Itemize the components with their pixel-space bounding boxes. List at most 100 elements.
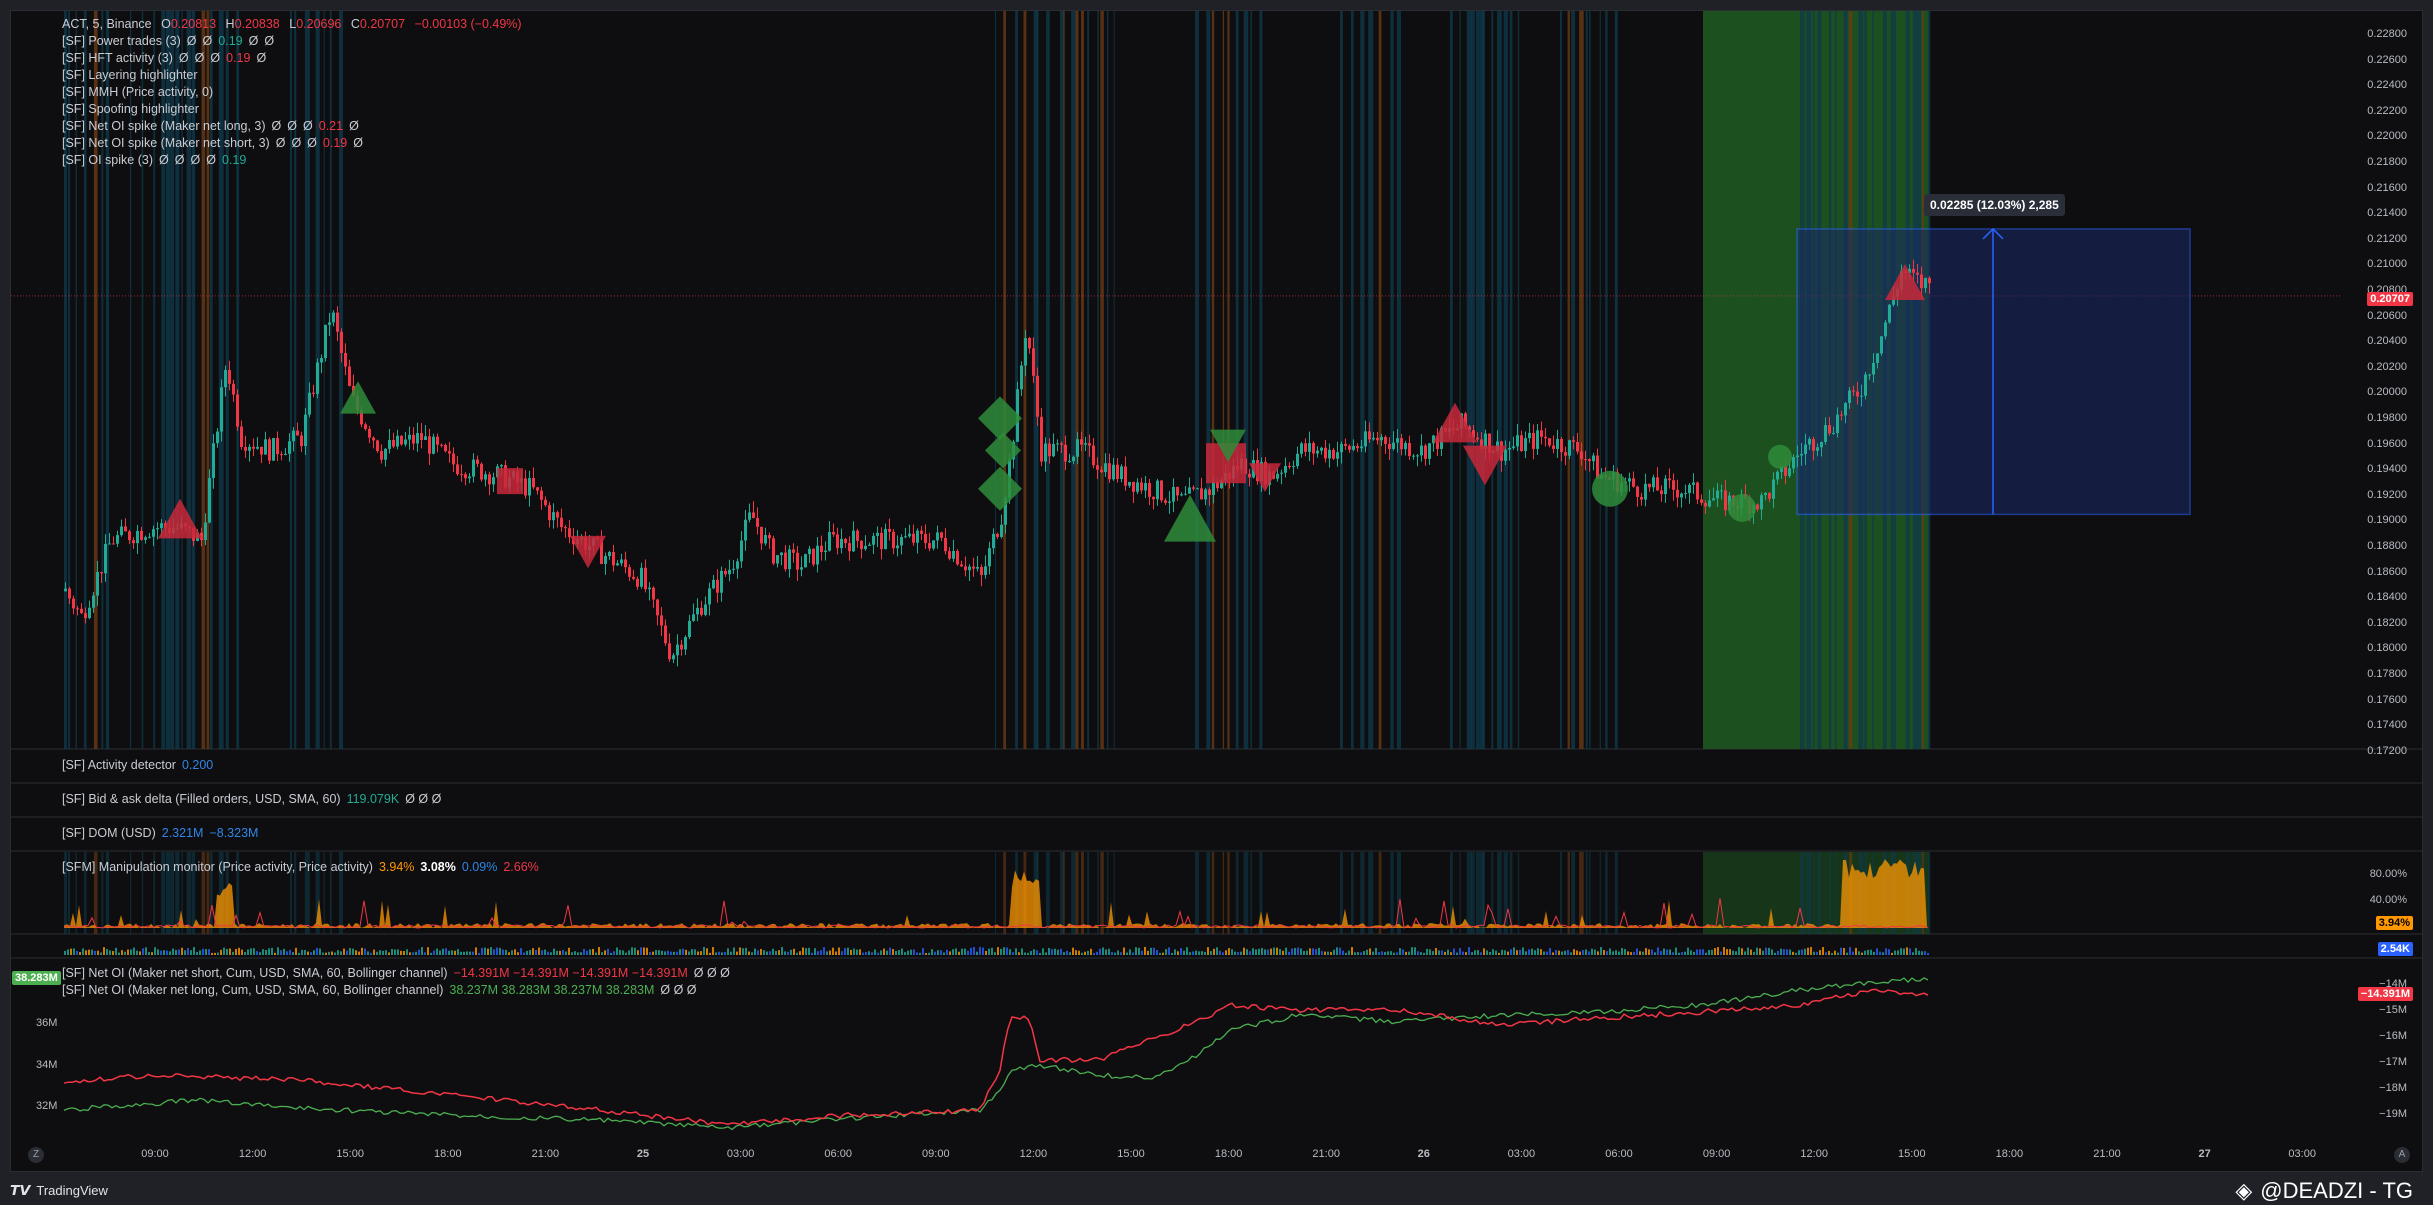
candle-body <box>1588 459 1591 462</box>
price-tick: 0.20600 <box>2367 309 2407 322</box>
highlight-stripe <box>1360 852 1365 934</box>
zoom-button[interactable]: Z <box>28 1147 44 1163</box>
volume-bar <box>1060 948 1062 955</box>
candle-body <box>304 414 307 447</box>
auto-scale-button[interactable]: A <box>2394 1147 2410 1163</box>
highlight-stripe <box>1080 852 1084 934</box>
volume-bar <box>1015 948 1017 955</box>
candle-body <box>440 444 443 446</box>
highlight-stripe <box>1390 11 1394 749</box>
candle-body <box>1684 493 1687 495</box>
volume-bar <box>724 951 726 955</box>
volume-bar <box>883 948 885 955</box>
volume-bar <box>766 951 768 955</box>
volume-bar <box>1783 949 1785 955</box>
highlight-stripe <box>1475 11 1479 749</box>
indicator-row[interactable]: [SF] OI spike (3) Ø Ø Ø Ø 0.19 <box>62 152 528 169</box>
indicator-row[interactable]: [SF] Layering highlighter <box>62 67 528 84</box>
candle-body <box>1372 437 1375 440</box>
volume-bar <box>1876 948 1878 955</box>
volume-bar <box>757 950 759 955</box>
candle-body <box>1352 446 1355 450</box>
price-tick: 0.18600 <box>2367 565 2407 578</box>
highlight-stripe <box>1222 852 1225 934</box>
candle-body <box>812 548 815 565</box>
volume-bar <box>1468 947 1470 955</box>
indicator-row[interactable]: [SF] Net OI spike (Maker net long, 3) Ø Ø Ø… <box>62 118 528 135</box>
volume-bar <box>1105 949 1107 955</box>
indicator-row[interactable]: [SF] Net OI spike (Maker net short, 3) Ø Ø… <box>62 135 528 152</box>
volume-bar <box>1030 950 1032 955</box>
indicator-row[interactable]: [SF] MMH (Price activity, 0) <box>62 84 528 101</box>
highlight-stripe <box>995 11 997 749</box>
tradingview-brand[interactable]: 𝙏𝙑 TradingView <box>10 1182 108 1199</box>
candle-body <box>1340 443 1343 453</box>
chart-canvas[interactable] <box>0 0 2433 1205</box>
volume-bar <box>1000 948 1002 955</box>
volume-bar <box>220 949 222 955</box>
candle-body <box>1644 483 1647 500</box>
candle-body <box>852 530 855 552</box>
volume-bar <box>499 947 501 955</box>
volume-bar <box>1567 949 1569 955</box>
candle-body <box>396 435 399 447</box>
candle-body <box>888 528 891 532</box>
pane-dom[interactable]: [SF] DOM (USD) 2.321M −8.323M <box>62 826 264 840</box>
candle-body <box>224 369 227 388</box>
candle-body <box>1700 499 1703 503</box>
volume-bar <box>991 947 993 955</box>
volume-bar <box>391 949 393 955</box>
price-tick: 0.20400 <box>2367 335 2407 348</box>
volume-bar <box>277 947 279 955</box>
volume-bar <box>661 950 663 955</box>
volume-bar <box>1291 948 1293 955</box>
volume-bar <box>1756 947 1758 955</box>
volume-bar <box>1507 951 1509 955</box>
time-tick: 12:00 <box>1019 1148 1048 1160</box>
volume-bar <box>1246 949 1248 955</box>
volume-bar <box>1444 951 1446 955</box>
volume-bar <box>973 947 975 955</box>
volume-bar <box>1738 947 1740 955</box>
oi-tick: −17M <box>2379 1056 2407 1068</box>
candle-body <box>880 532 883 550</box>
volume-bar <box>1705 952 1707 955</box>
symbol-row[interactable]: ACT, 5, Binance O0.20813 H0.20838 L0.206… <box>62 16 528 33</box>
volume-bar <box>634 947 636 955</box>
volume-bar <box>1654 952 1656 955</box>
volume-bar <box>1483 948 1485 955</box>
volume-bar <box>1117 950 1119 955</box>
highlight-stripe <box>1459 852 1461 934</box>
candle-body <box>84 613 87 619</box>
volume-bar <box>544 949 546 955</box>
highlight-stripe <box>1571 852 1576 934</box>
volume-bar <box>1711 949 1713 955</box>
volume-bar <box>1657 947 1659 955</box>
pane-net-oi-long[interactable]: [SF] Net OI (Maker net long, Cum, USD, S… <box>62 983 703 997</box>
volume-bar <box>1048 947 1050 955</box>
volume-bar <box>718 951 720 955</box>
indicator-row[interactable]: [SF] HFT activity (3) Ø Ø Ø 0.19 Ø <box>62 50 528 67</box>
volume-bar <box>454 950 456 955</box>
volume-bar <box>223 947 225 955</box>
indicator-row[interactable]: [SF] Spoofing highlighter <box>62 101 528 118</box>
volume-bar <box>703 947 705 955</box>
volume-bar <box>553 948 555 955</box>
candle-body <box>1708 500 1711 507</box>
pane-net-oi-short[interactable]: [SF] Net OI (Maker net short, Cum, USD, … <box>62 966 736 980</box>
candle-body <box>1084 443 1087 445</box>
time-tick: 18:00 <box>1214 1148 1243 1160</box>
candle-body <box>268 439 271 461</box>
indicator-row[interactable]: [SF] Power trades (3) Ø Ø 0.19 Ø Ø <box>62 33 528 50</box>
candle-body <box>1216 482 1219 489</box>
candle-body <box>1424 445 1427 459</box>
volume-bar <box>964 948 966 955</box>
price-tick: 0.18200 <box>2367 616 2407 629</box>
volume-bar <box>1855 947 1857 955</box>
volume-bar <box>871 952 873 955</box>
pane-bid-ask-delta[interactable]: [SF] Bid & ask delta (Filled orders, USD… <box>62 792 447 806</box>
pane-activity-detector[interactable]: [SF] Activity detector 0.200 <box>62 758 219 772</box>
volume-bar <box>970 947 972 955</box>
volume-bar <box>1219 950 1221 955</box>
pane-manipulation-monitor[interactable]: [SFM] Manipulation monitor (Price activi… <box>62 860 545 874</box>
